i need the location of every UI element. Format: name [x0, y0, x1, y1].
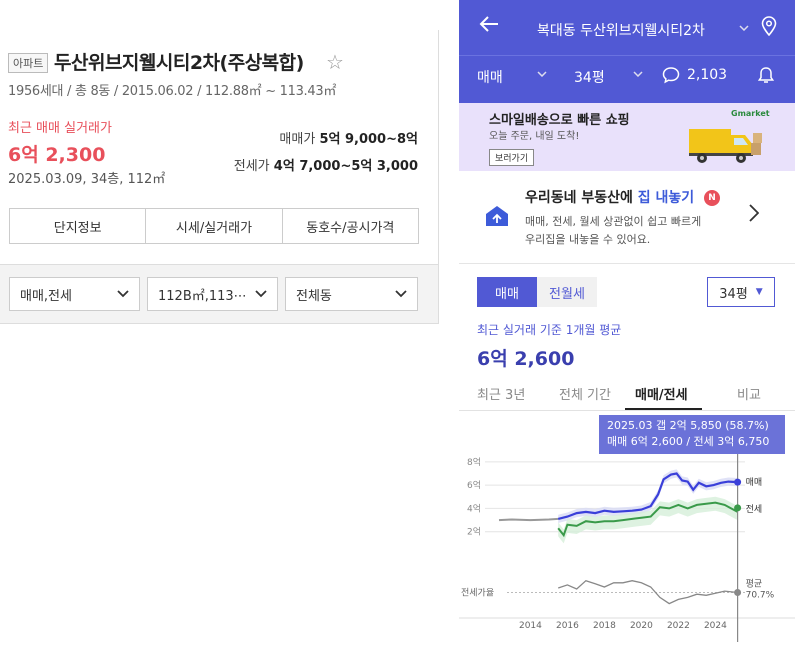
size-select[interactable]: 34평 ▼: [707, 277, 775, 307]
chevron-down-icon: [255, 287, 267, 301]
complex-meta: 1956세대 / 총 8동 / 2015.06.02 / 112.88㎡ ~ 1…: [8, 84, 337, 99]
promo-title-highlight: 집 내놓기: [637, 190, 695, 206]
chevron-down-icon[interactable]: [537, 69, 547, 80]
gmarket-logo: Gmarket: [731, 109, 770, 118]
sale-range-row: 매매가 5억 9,000~8억: [279, 128, 418, 147]
comment-count[interactable]: 2,103: [687, 67, 727, 83]
caret-down-icon: ▼: [755, 287, 763, 297]
x-tick-label: 2024: [704, 621, 727, 631]
tab-complex-info[interactable]: 단지정보: [10, 209, 147, 243]
comment-icon[interactable]: [662, 66, 680, 88]
panel-divider: [438, 30, 439, 324]
x-tick-label: 2020: [630, 621, 653, 631]
deal-type-value: 매매,전세: [20, 288, 72, 304]
x-tick-label: 2016: [556, 621, 579, 631]
chevron-down-icon[interactable]: [633, 69, 643, 80]
x-tick-label: 2014: [519, 621, 542, 631]
y-tick-label: 6억: [467, 479, 481, 491]
recent-deal-info: 2025.03.09, 34층, 112㎡: [8, 172, 166, 187]
y-tick-label: 8억: [467, 456, 481, 468]
sale-series-label: 매매: [746, 477, 763, 488]
tab-unit-prices[interactable]: 동호수/공시가격: [283, 209, 418, 243]
y-tick-label: 4억: [467, 502, 481, 514]
ad-button[interactable]: 보러가기: [489, 149, 535, 166]
sale-range-label: 매매가: [279, 132, 316, 147]
tooltip-line1: 2025.03 갭 2억 5,850 (58.7%): [607, 419, 769, 432]
complex-title: 두산위브지웰시티2차(주상복합): [54, 52, 304, 74]
new-badge: N: [704, 190, 720, 206]
sale-end-dot: [734, 478, 742, 486]
tab-compare[interactable]: 비교: [737, 384, 761, 403]
promo-desc-line2: 우리집을 내놓을 수 있어요.: [525, 233, 651, 246]
building-value: 전체동: [296, 288, 332, 304]
delivery-truck-icon: [685, 119, 765, 171]
jeonse-range-label: 전세가: [233, 159, 270, 174]
segment-rent[interactable]: 전월세: [537, 277, 597, 307]
building-select[interactable]: 전체동: [285, 277, 418, 311]
chevron-down-icon[interactable]: [739, 21, 749, 34]
recent-price-label: 최근 매매 실거래가: [8, 121, 112, 136]
active-tab-underline: [625, 408, 702, 410]
ad-title: 스마일배송으로 빠른 쇼핑: [489, 113, 630, 128]
mobile-price-panel: 복대동 두산위브지웰시티2차 매매 34평 2,103 스마일배송으로 빠른 쇼…: [459, 0, 795, 648]
tab-price-history[interactable]: 시세/실거래가: [146, 209, 283, 243]
ratio-end-value: 70.7%: [746, 590, 775, 600]
ratio-end-dot: [734, 588, 742, 596]
deal-type-select[interactable]: 매매,전세: [9, 277, 140, 311]
complex-tabs: 단지정보 시세/실거래가 동호수/공시가격: [9, 208, 419, 244]
y-tick-label: 2억: [467, 526, 481, 538]
segment-sale[interactable]: 매매: [477, 277, 537, 307]
average-price: 6억 2,600: [477, 348, 575, 370]
chevron-down-icon: [395, 287, 407, 301]
ratio-label: 전세가율: [461, 587, 494, 598]
promo-title-prefix: 우리동네 부동산에: [525, 190, 633, 206]
filter-bar: 매매,전세 112B㎡,113⋯ 전체동: [0, 264, 438, 324]
price-chart[interactable]: 8억 6억 4억 2억전세가율 2014 2016 2018 2020 2022 2024 매매전세…: [459, 452, 795, 648]
location-pin-icon[interactable]: [761, 16, 777, 40]
sale-line-pre: [498, 517, 559, 522]
deal-segment-control: 매매 전월세: [477, 277, 597, 307]
jeonse-end-dot: [734, 504, 742, 512]
chevron-right-icon[interactable]: [749, 204, 760, 227]
size-select-value: 34평: [719, 286, 748, 302]
top-header: 복대동 두산위브지웰시티2차 매매 34평 2,103: [459, 0, 795, 103]
ratio-end-label: 평균: [746, 578, 763, 589]
header-divider: [459, 55, 795, 56]
complex-info-panel: 아파트 두산위브지웰시티2차(주상복합) ☆ 1956세대 / 총 8동 / 2…: [0, 0, 440, 648]
jeonse-range-value: 4억 7,000~5억 3,000: [273, 159, 418, 174]
back-arrow-icon[interactable]: [479, 14, 499, 39]
section-divider: [459, 263, 795, 264]
chart-tooltip: 2025.03 갭 2억 5,850 (58.7%) 매매 6억 2,600 /…: [599, 415, 785, 454]
ad-banner[interactable]: 스마일배송으로 빠른 쇼핑 오늘 주문, 내일 도착! 보러가기 Gmarket: [459, 103, 795, 171]
recent-price: 6억 2,300: [8, 144, 106, 166]
promo-desc-line1: 매매, 전세, 월세 상관없이 쉽고 빠르게: [525, 215, 702, 228]
jeonse-range-row: 전세가 4억 7,000~5억 3,000: [234, 155, 418, 174]
tab-all-period[interactable]: 전체 기간: [559, 384, 611, 403]
x-tick-label: 2018: [593, 621, 616, 631]
size-dropdown[interactable]: 34평: [574, 67, 605, 87]
tab-recent-3y[interactable]: 최근 3년: [477, 384, 525, 403]
ad-subtitle: 오늘 주문, 내일 도착!: [489, 131, 580, 142]
x-tick-label: 2022: [667, 621, 690, 631]
star-icon[interactable]: ☆: [326, 50, 344, 74]
house-upload-icon: [484, 203, 510, 231]
sale-range-value: 5억 9,000~8억: [319, 132, 418, 147]
jeonse-series-label: 전세: [746, 504, 763, 515]
property-type-badge: 아파트: [8, 53, 49, 73]
area-select[interactable]: 112B㎡,113⋯: [147, 277, 278, 311]
average-label: 최근 실거래 기준 1개월 평균: [477, 323, 622, 337]
tab-sale-jeonse[interactable]: 매매/전세: [635, 384, 688, 403]
deal-type-dropdown[interactable]: 매매: [477, 67, 503, 87]
bell-icon[interactable]: [757, 66, 775, 89]
promo-title: 우리동네 부동산에 집 내놓기: [525, 187, 694, 207]
area-value: 112B㎡,113⋯: [158, 288, 247, 304]
chevron-down-icon: [117, 287, 129, 301]
chart-tabs: 최근 3년 전체 기간 매매/전세 비교: [459, 376, 795, 411]
tooltip-line2: 매매 6억 2,600 / 전세 3억 6,750: [607, 435, 770, 448]
header-title[interactable]: 복대동 두산위브지웰시티2차: [537, 20, 705, 40]
